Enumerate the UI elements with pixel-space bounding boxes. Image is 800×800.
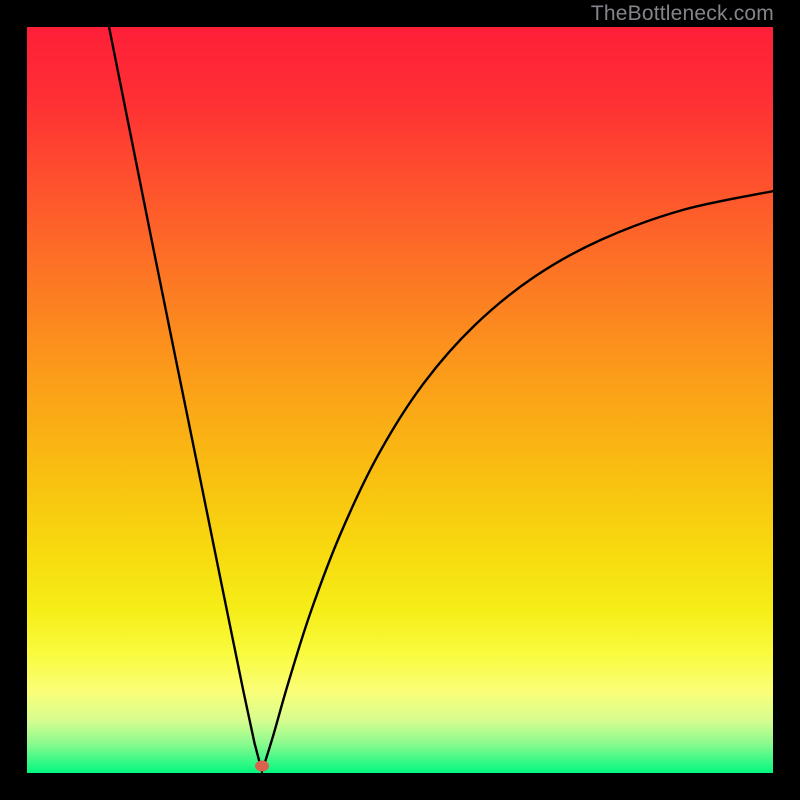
bottleneck-curve	[27, 27, 773, 773]
watermark-text: TheBottleneck.com	[591, 2, 774, 26]
chart-frame: TheBottleneck.com	[0, 0, 800, 800]
minimum-marker	[255, 761, 269, 772]
plot-area	[27, 27, 773, 773]
